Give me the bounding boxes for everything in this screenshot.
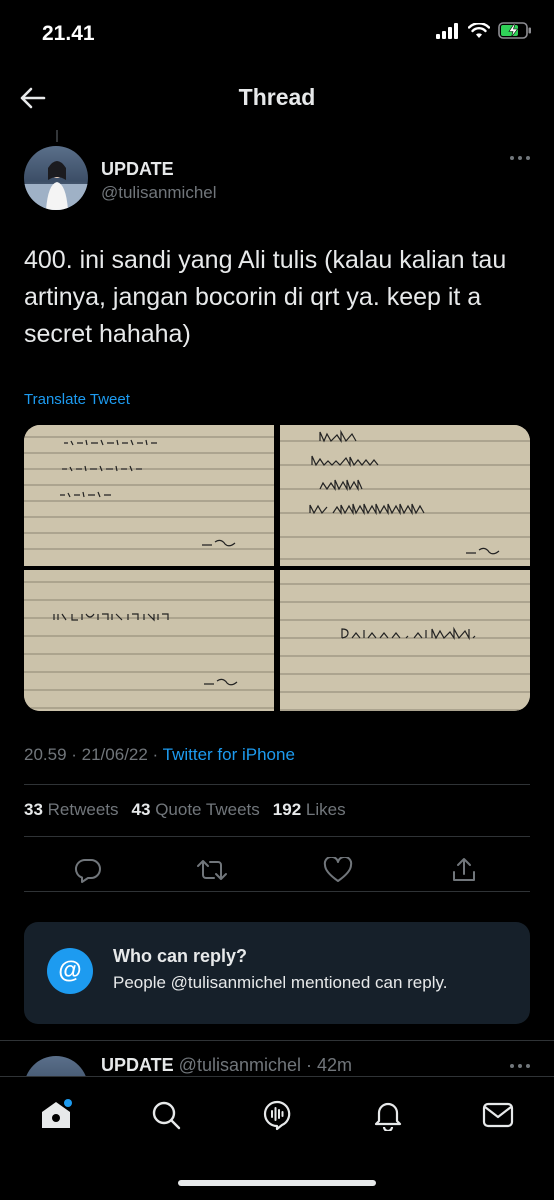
- more-dot: [526, 156, 530, 160]
- likes-count: 192: [272, 800, 302, 819]
- home-indicator[interactable]: [178, 1180, 376, 1186]
- retweets-count: 33: [24, 800, 43, 819]
- who-can-reply-description: People @tulisanmichel mentioned can repl…: [113, 973, 448, 992]
- more-dot: [510, 156, 514, 160]
- like-button[interactable]: [320, 852, 356, 888]
- share-icon: [453, 858, 475, 881]
- tab-messages[interactable]: [478, 1095, 518, 1135]
- status-icons: [436, 22, 532, 39]
- tweet-stats: 33 Retweets 43 Quote Tweets 192 Likes: [24, 800, 346, 820]
- bell-icon: [374, 1102, 402, 1131]
- quote-tweets-label: Quote Tweets: [155, 800, 260, 819]
- share-button[interactable]: [446, 852, 482, 888]
- spaces-microphone-icon: [263, 1100, 291, 1131]
- reply-bubble-icon: [74, 858, 101, 883]
- likes-stat[interactable]: 192 Likes: [273, 800, 346, 820]
- tab-spaces[interactable]: [257, 1095, 297, 1135]
- envelope-icon: [482, 1102, 514, 1128]
- tweet-image-3[interactable]: [24, 570, 274, 711]
- reply-button[interactable]: [70, 852, 106, 888]
- tweet-image-1[interactable]: [24, 425, 274, 566]
- nav-header: Thread: [0, 70, 554, 128]
- who-can-reply-card: @ Who can reply? People @tulisanmichel m…: [24, 922, 530, 1024]
- divider: [24, 836, 530, 837]
- who-can-reply-title: Who can reply?: [113, 946, 248, 966]
- retweets-stat[interactable]: 33 Retweets: [24, 800, 119, 820]
- translate-tweet-link[interactable]: Translate Tweet: [24, 391, 130, 408]
- tweet-timestamp: 20.59 · 21/06/22 · Twitter for iPhone: [24, 745, 295, 765]
- tweet-text: 400. ini sandi yang Ali tulis (kalau kal…: [24, 246, 507, 348]
- author-name[interactable]: UPDATE: [101, 159, 174, 180]
- next-tweet-author-name: UPDATE: [101, 1055, 174, 1075]
- more-dot: [518, 1064, 522, 1068]
- at-sign-icon: @: [47, 948, 93, 994]
- tab-notifications[interactable]: [368, 1095, 408, 1135]
- battery-charging-icon: [498, 22, 531, 39]
- retweets-label: Retweets: [47, 800, 119, 819]
- quote-tweets-count: 43: [131, 800, 151, 819]
- tweet-image-2[interactable]: [280, 425, 530, 566]
- avatar-photo-icon: [24, 161, 88, 210]
- next-tweet-handle-time: @tulisanmichel · 42m: [173, 1055, 353, 1075]
- wifi-icon: [468, 22, 490, 38]
- notebook-photo-icon: [24, 425, 274, 566]
- thread-connector-line: [56, 130, 58, 142]
- more-dot: [510, 1064, 514, 1068]
- page-title: Thread: [238, 84, 316, 110]
- cellular-signal-icon: [436, 22, 458, 39]
- quote-tweets-stat[interactable]: 43 Quote Tweets: [132, 800, 260, 820]
- more-dot: [526, 1064, 530, 1068]
- tweet-source-link[interactable]: Twitter for iPhone: [163, 745, 295, 764]
- search-icon: [152, 1101, 181, 1130]
- more-options-button[interactable]: [510, 156, 530, 160]
- tweet-actions: [24, 850, 530, 890]
- notebook-photo-icon: [280, 425, 530, 566]
- retweet-button[interactable]: [194, 852, 230, 888]
- status-time: 21.41: [42, 22, 95, 45]
- heart-icon: [323, 857, 353, 882]
- author-handle[interactable]: @tulisanmichel: [101, 183, 217, 203]
- next-tweet-more-button[interactable]: [510, 1064, 530, 1068]
- tweet-image-4[interactable]: [280, 570, 530, 711]
- tab-search[interactable]: [146, 1095, 186, 1135]
- notebook-photo-icon: [24, 570, 274, 711]
- timestamp-text: 20.59 · 21/06/22 ·: [24, 745, 163, 764]
- divider: [0, 1040, 554, 1041]
- next-tweet-author[interactable]: UPDATE @tulisanmichel · 42m: [101, 1055, 352, 1076]
- divider: [24, 891, 530, 892]
- retweet-icon: [197, 860, 227, 880]
- likes-label: Likes: [305, 800, 346, 819]
- more-dot: [518, 156, 522, 160]
- notebook-photo-icon: [280, 570, 530, 711]
- media-grid: [24, 425, 530, 711]
- author-avatar[interactable]: [24, 146, 88, 210]
- tab-home[interactable]: [36, 1095, 76, 1135]
- divider: [24, 784, 530, 785]
- home-notification-dot: [64, 1099, 72, 1107]
- status-bar: 21.41: [0, 0, 554, 70]
